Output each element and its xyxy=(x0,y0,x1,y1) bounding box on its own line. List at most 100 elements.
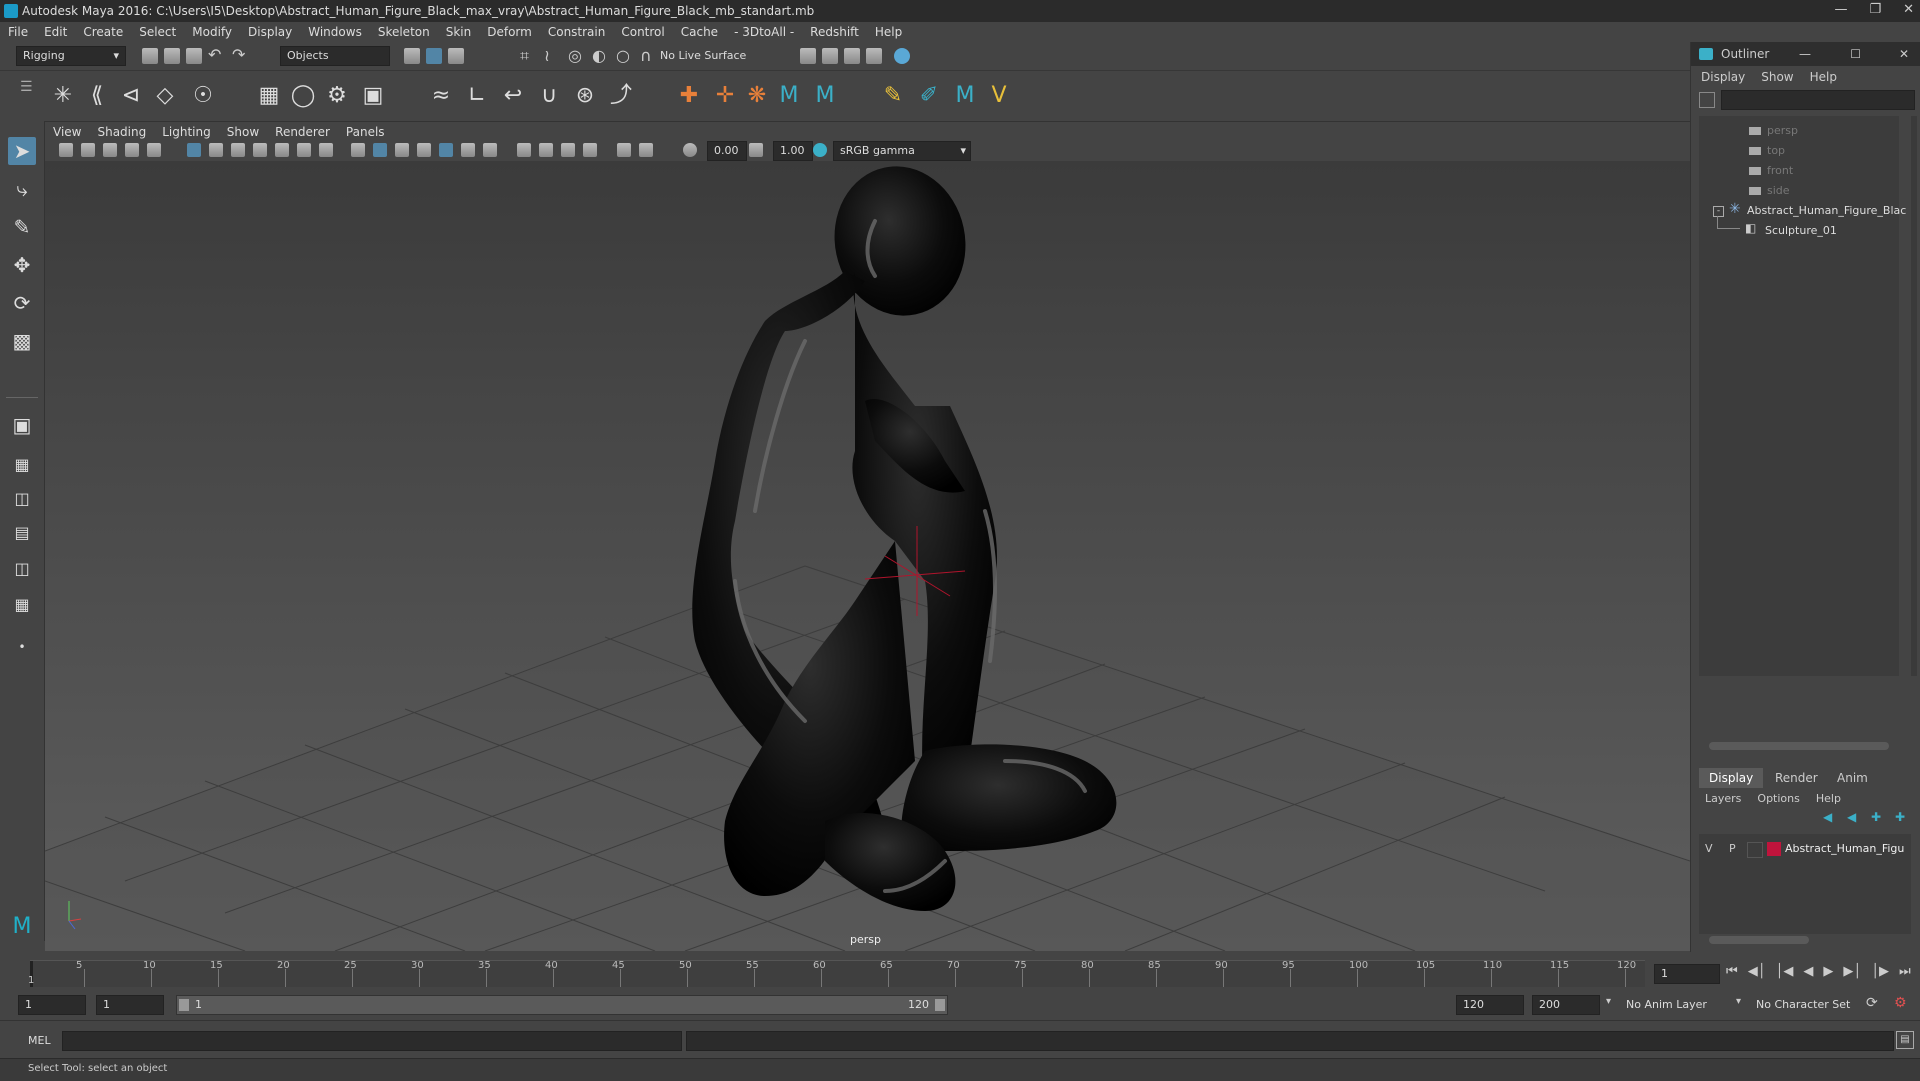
menu-create[interactable]: Create xyxy=(83,25,123,39)
menu-windows[interactable]: Windows xyxy=(308,25,362,39)
snap-curve-icon[interactable]: ≀ xyxy=(544,46,550,65)
go-to-end-icon[interactable]: ⏭ xyxy=(1899,964,1911,979)
outliner-search-input[interactable] xyxy=(1721,90,1915,110)
menu-constrain[interactable]: Constrain xyxy=(548,25,606,39)
move-tool-icon[interactable]: ✥ xyxy=(8,251,36,279)
outliner-vscrollbar[interactable] xyxy=(1911,116,1917,676)
safe-title-icon[interactable] xyxy=(319,143,333,157)
layer-name[interactable]: Abstract_Human_Figu xyxy=(1785,842,1904,855)
wireframe-icon[interactable] xyxy=(351,143,365,157)
menu-file[interactable]: File xyxy=(8,25,28,39)
layout-side-icon[interactable]: ◫ xyxy=(8,485,36,513)
animation-end-field[interactable]: 200 xyxy=(1532,995,1600,1015)
maya-m2-icon[interactable]: M xyxy=(812,83,838,109)
snap-magnet-icon[interactable]: ∩ xyxy=(640,46,652,65)
smooth-shade-icon[interactable] xyxy=(373,143,387,157)
lattice-icon[interactable]: ⚙ xyxy=(324,83,350,109)
anti-alias-icon[interactable] xyxy=(617,143,631,157)
character-set-dropdown[interactable]: No Character Set xyxy=(1756,998,1850,1011)
viewport-menu-show[interactable]: Show xyxy=(227,125,259,139)
go-to-start-icon[interactable]: ⏮ xyxy=(1726,964,1738,979)
perspective-viewport[interactable]: persp xyxy=(45,161,1690,951)
cluster-icon[interactable]: ▣ xyxy=(360,83,386,109)
sculpt-icon[interactable]: ⤴ xyxy=(608,83,634,109)
snap-surface-icon[interactable]: ○ xyxy=(616,46,630,65)
layer-menu-layers[interactable]: Layers xyxy=(1705,792,1741,805)
step-back-icon[interactable]: ◀│ xyxy=(1748,964,1766,979)
gate-mask-icon[interactable] xyxy=(253,143,267,157)
bezier-icon[interactable]: ∟ xyxy=(464,83,490,109)
render-settings-icon[interactable] xyxy=(866,48,882,64)
select-tool-icon[interactable]: ➤ xyxy=(8,137,36,165)
mode-dropdown[interactable]: Rigging ▾ xyxy=(16,46,126,66)
isolate-select-icon[interactable] xyxy=(517,143,531,157)
menu-display[interactable]: Display xyxy=(248,25,292,39)
preferences-icon[interactable]: ⚙ xyxy=(1894,995,1907,1011)
lasso-tool-icon[interactable]: ⤷ xyxy=(8,175,36,203)
layout-outliner-icon[interactable]: ◫ xyxy=(8,555,36,583)
image-plane-icon[interactable] xyxy=(125,143,139,157)
layer-playback-toggle[interactable]: P xyxy=(1729,842,1736,855)
script-editor-icon[interactable]: ▤ xyxy=(1896,1031,1914,1049)
select-hierarchy-icon[interactable] xyxy=(404,48,420,64)
viewport-menu-lighting[interactable]: Lighting xyxy=(162,125,211,139)
default-light-icon[interactable] xyxy=(395,143,409,157)
menu-edit[interactable]: Edit xyxy=(44,25,67,39)
layout-single-icon[interactable]: ▣ xyxy=(8,411,36,439)
layer-tab-anim[interactable]: Anim xyxy=(1827,768,1878,788)
locator-icon[interactable]: ✚ xyxy=(676,83,702,109)
viewport-menu-view[interactable]: View xyxy=(53,125,81,139)
layout-four-icon[interactable]: ▦ xyxy=(8,451,36,479)
snap-point-icon[interactable]: ◎ xyxy=(568,46,582,65)
motion-blur-icon[interactable] xyxy=(583,143,597,157)
color-space-dropdown[interactable]: sRGB gamma ▾ xyxy=(833,141,971,161)
selection-mode-dropdown[interactable]: Objects xyxy=(280,46,390,66)
ep-curve-icon[interactable]: ∪ xyxy=(536,83,562,109)
range-bar[interactable]: 1 120 xyxy=(176,995,948,1015)
layer-tab-display[interactable]: Display xyxy=(1699,768,1764,788)
curve-tool-icon[interactable]: ≈ xyxy=(428,83,454,109)
layout-graph-icon[interactable]: ▦ xyxy=(8,591,36,619)
layer-menu-options[interactable]: Options xyxy=(1757,792,1799,805)
v-icon[interactable]: V xyxy=(986,83,1012,109)
gamma-icon[interactable] xyxy=(749,143,763,157)
chevron-down-icon[interactable]: ▾ xyxy=(1736,996,1741,1007)
ik-spline-icon[interactable]: ⊲ xyxy=(118,83,144,109)
redo-icon[interactable]: ↷ xyxy=(232,45,245,64)
safe-action-icon[interactable] xyxy=(297,143,311,157)
outliner-item-top[interactable]: top xyxy=(1767,144,1785,157)
select-component-icon[interactable] xyxy=(448,48,464,64)
menu-select[interactable]: Select xyxy=(139,25,176,39)
resolution-gate-icon[interactable] xyxy=(231,143,245,157)
scale-tool-icon[interactable]: ▩ xyxy=(8,327,36,355)
outliner-item-mesh[interactable]: Sculpture_01 xyxy=(1765,224,1837,237)
film-gate-icon[interactable] xyxy=(209,143,223,157)
shelf-options-icon[interactable]: ☰ xyxy=(20,79,33,95)
command-language-label[interactable]: MEL xyxy=(28,1034,51,1047)
outliner-menu-display[interactable]: Display xyxy=(1701,70,1745,84)
menu-deform[interactable]: Deform xyxy=(487,25,532,39)
field-chart-icon[interactable] xyxy=(275,143,289,157)
toolbox-expand-icon[interactable]: • xyxy=(8,633,36,661)
bookmark-icon[interactable] xyxy=(103,143,117,157)
ambient-occlusion-icon[interactable] xyxy=(483,143,497,157)
xray-joints-icon[interactable] xyxy=(539,143,553,157)
hud-icon[interactable] xyxy=(561,143,575,157)
snap-grid-icon[interactable]: ⌗ xyxy=(520,46,529,66)
insert-joint-icon[interactable]: ◇ xyxy=(152,83,178,109)
depth-of-field-icon[interactable] xyxy=(639,143,653,157)
new-layer-selected-icon[interactable]: ✚ xyxy=(1895,810,1905,824)
paint-select-icon[interactable]: ✎ xyxy=(8,213,36,241)
menu-help[interactable]: Help xyxy=(875,25,902,39)
move-layer-down-icon[interactable]: ◀ xyxy=(1847,810,1856,824)
animation-start-field[interactable]: 1 xyxy=(18,995,86,1015)
joint-tool-icon[interactable]: ✳ xyxy=(50,83,76,109)
snap-view-icon[interactable]: ◐ xyxy=(592,46,606,65)
minimize-icon[interactable]: — xyxy=(1834,2,1847,17)
current-frame-field[interactable]: 1 xyxy=(1654,964,1720,984)
hypershade-icon[interactable] xyxy=(894,48,910,64)
outliner-item-persp[interactable]: persp xyxy=(1767,124,1798,137)
step-back-key-icon[interactable]: │◀ xyxy=(1776,964,1794,979)
menu-3dtoall[interactable]: - 3DtoAll - xyxy=(734,25,794,39)
menu-skin[interactable]: Skin xyxy=(446,25,472,39)
